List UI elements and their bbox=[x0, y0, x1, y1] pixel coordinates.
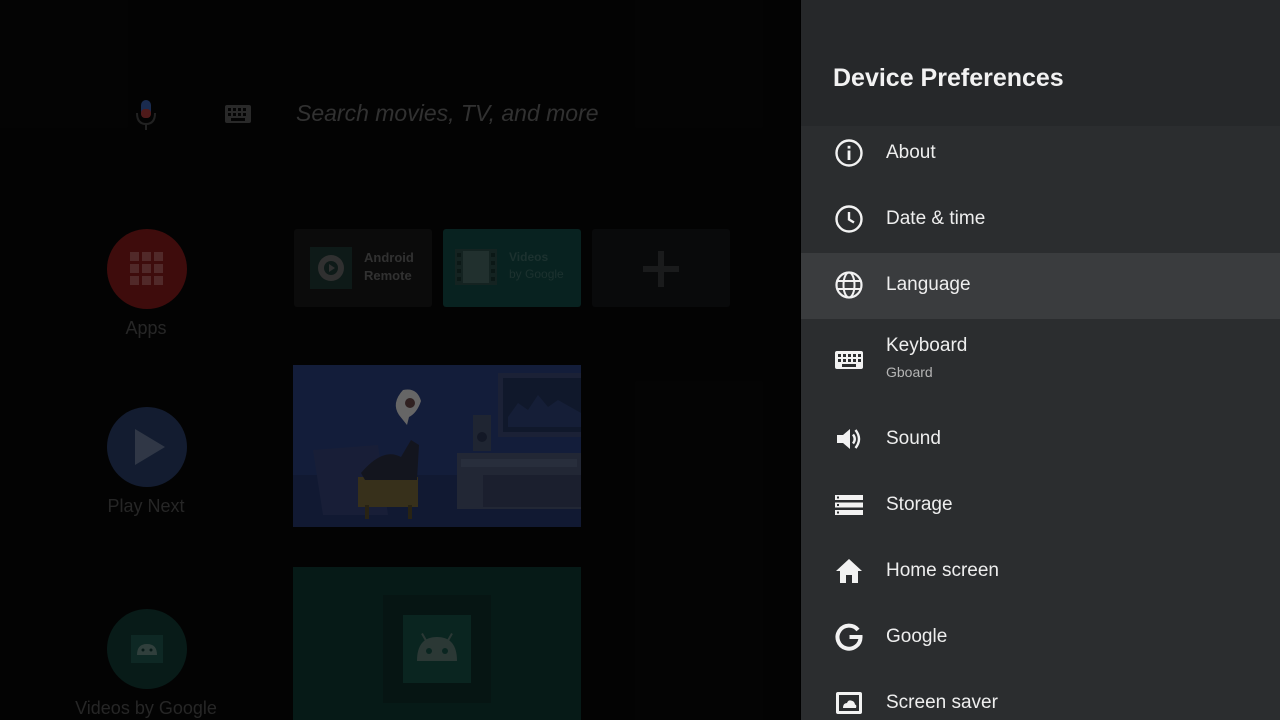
globe-icon bbox=[835, 271, 863, 299]
menu-item-label: Language bbox=[886, 274, 971, 295]
volume-icon bbox=[837, 429, 861, 449]
menu-item-screen-saver[interactable]: Screen saver bbox=[801, 671, 1280, 720]
menu-item-keyboard[interactable]: Keyboard Gboard bbox=[801, 319, 1280, 407]
menu-item-home-screen[interactable]: Home screen bbox=[801, 539, 1280, 605]
videos-film-icon bbox=[455, 249, 497, 285]
videos-title: Videos by Google bbox=[509, 249, 564, 283]
play-next-button[interactable] bbox=[107, 407, 187, 487]
home-screen: Search movies, TV, and more Apps Play Ne… bbox=[0, 0, 800, 720]
favorite-app-videos[interactable]: Videos by Google bbox=[443, 229, 581, 307]
panel-header: Device Preferences bbox=[801, 0, 1280, 126]
home-icon bbox=[836, 559, 862, 583]
google-icon bbox=[835, 623, 863, 651]
tile-line2: Remote bbox=[364, 268, 412, 283]
menu-item-sound[interactable]: Sound bbox=[801, 407, 1280, 473]
play-next-card[interactable] bbox=[293, 365, 581, 527]
menu-item-about[interactable]: About bbox=[801, 121, 1280, 187]
menu-item-label: Storage bbox=[886, 494, 953, 515]
play-icon bbox=[135, 429, 165, 465]
menu-item-date-time[interactable]: Date & time bbox=[801, 187, 1280, 253]
apps-grid-icon bbox=[130, 252, 163, 285]
play-next-label: Play Next bbox=[107, 496, 185, 516]
clock-icon bbox=[835, 205, 863, 233]
info-icon bbox=[835, 139, 863, 167]
menu-item-label: Keyboard bbox=[886, 335, 968, 356]
android-icon bbox=[131, 635, 163, 663]
menu-item-label: Home screen bbox=[886, 560, 999, 581]
menu-item-label: Date & time bbox=[886, 208, 986, 229]
apps-label: Apps bbox=[125, 318, 167, 338]
add-favorite-tile[interactable] bbox=[592, 229, 730, 307]
tile-line1: Videos bbox=[509, 250, 549, 264]
menu-item-label: Google bbox=[886, 626, 948, 647]
videos-by-google-label: Videos by Google bbox=[75, 698, 217, 718]
add-icon bbox=[643, 251, 679, 287]
apps-button[interactable] bbox=[107, 229, 187, 309]
storage-icon bbox=[835, 495, 863, 515]
menu-item-label: About bbox=[886, 142, 936, 163]
videos-by-google-button[interactable] bbox=[107, 609, 187, 689]
android-icon bbox=[383, 595, 491, 703]
android-remote-title: Android Remote bbox=[364, 249, 414, 285]
tile-line2: by Google bbox=[509, 267, 564, 281]
videos-by-google-card[interactable] bbox=[293, 567, 581, 720]
menu-item-google[interactable]: Google bbox=[801, 605, 1280, 671]
keyboard-icon bbox=[835, 351, 863, 369]
page-title: Device Preferences bbox=[833, 64, 1064, 92]
screen-saver-icon bbox=[836, 692, 862, 714]
menu-item-storage[interactable]: Storage bbox=[801, 473, 1280, 539]
search-input[interactable]: Search movies, TV, and more bbox=[296, 100, 599, 127]
menu-item-language[interactable]: Language bbox=[801, 253, 1280, 319]
microphone-icon[interactable] bbox=[133, 98, 159, 132]
device-preferences-panel: Device Preferences About Date & time Lan… bbox=[801, 0, 1280, 720]
favorite-app-android-remote[interactable]: Android Remote bbox=[294, 229, 432, 307]
keyboard-icon[interactable] bbox=[224, 104, 252, 124]
menu-item-label: Sound bbox=[886, 428, 941, 449]
tile-line1: Android bbox=[364, 250, 414, 265]
menu-item-sublabel: Gboard bbox=[886, 364, 933, 380]
menu-item-label: Screen saver bbox=[886, 692, 998, 713]
android-remote-icon bbox=[310, 247, 352, 289]
